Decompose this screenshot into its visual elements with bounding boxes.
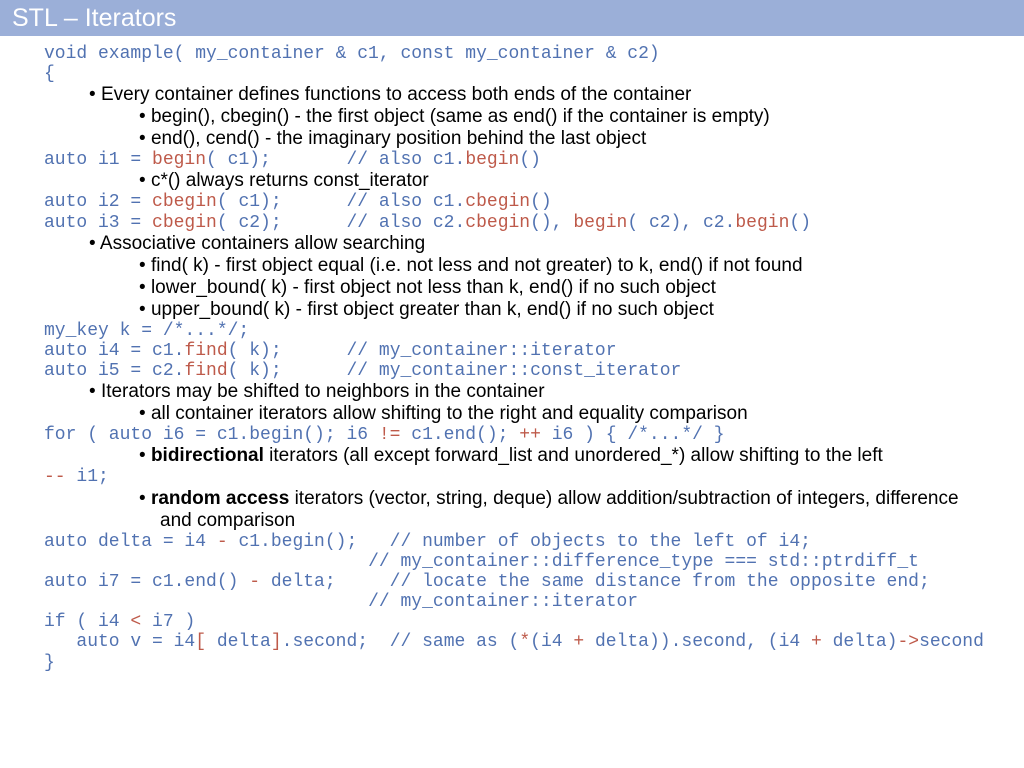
code-dec: -- i1; <box>14 467 1010 487</box>
slide-body: void example( my_container & c1, const m… <box>0 36 1024 673</box>
bullet-shift: Iterators may be shifted to neighbors in… <box>14 381 1010 403</box>
bullet-rand: random access iterators (vector, string,… <box>14 488 1010 510</box>
bullet-container-ends: Every container defines functions to acc… <box>14 84 1010 106</box>
open-brace: { <box>14 64 1010 84</box>
code-delta: auto delta = i4 - c1.begin(); // number … <box>14 532 1010 552</box>
bullet-cstar: c*() always returns const_iterator <box>14 170 1010 192</box>
code-if: if ( i4 < i7 ) <box>14 612 1010 632</box>
code-i3: auto i3 = cbegin( c2); // also c2.cbegin… <box>14 213 1010 233</box>
close-brace: } <box>14 653 1010 673</box>
code-i7: auto i7 = c1.end() - delta; // locate th… <box>14 572 1010 592</box>
code-k: my_key k = /*...*/; <box>14 321 1010 341</box>
bullet-rand-cont: and comparison <box>14 510 1010 532</box>
code-delta2: // my_container::difference_type === std… <box>14 552 1010 572</box>
bullet-end: end(), cend() - the imaginary position b… <box>14 128 1010 150</box>
bullet-upper: upper_bound( k) - first object greater t… <box>14 299 1010 321</box>
code-i5: auto i5 = c2.find( k); // my_container::… <box>14 361 1010 381</box>
bullet-find: find( k) - first object equal (i.e. not … <box>14 255 1010 277</box>
code-i1: auto i1 = begin( c1); // also c1.begin() <box>14 150 1010 170</box>
bullet-assoc: Associative containers allow searching <box>14 233 1010 255</box>
bullet-lower: lower_bound( k) - first object not less … <box>14 277 1010 299</box>
bullet-allshift: all container iterators allow shifting t… <box>14 403 1010 425</box>
slide-title: STL – Iterators <box>12 4 176 33</box>
code-v: auto v = i4[ delta].second; // same as (… <box>14 632 1010 652</box>
code-i2: auto i2 = cbegin( c1); // also c1.cbegin… <box>14 192 1010 212</box>
code-for: for ( auto i6 = c1.begin(); i6 != c1.end… <box>14 425 1010 445</box>
bullet-bidir: bidirectional iterators (all except forw… <box>14 445 1010 467</box>
bullet-begin: begin(), cbegin() - the first object (sa… <box>14 106 1010 128</box>
slide-title-bar: STL – Iterators <box>0 0 1024 36</box>
fn-signature: void example( my_container & c1, const m… <box>14 44 1010 64</box>
code-i7b: // my_container::iterator <box>14 592 1010 612</box>
code-i4: auto i4 = c1.find( k); // my_container::… <box>14 341 1010 361</box>
